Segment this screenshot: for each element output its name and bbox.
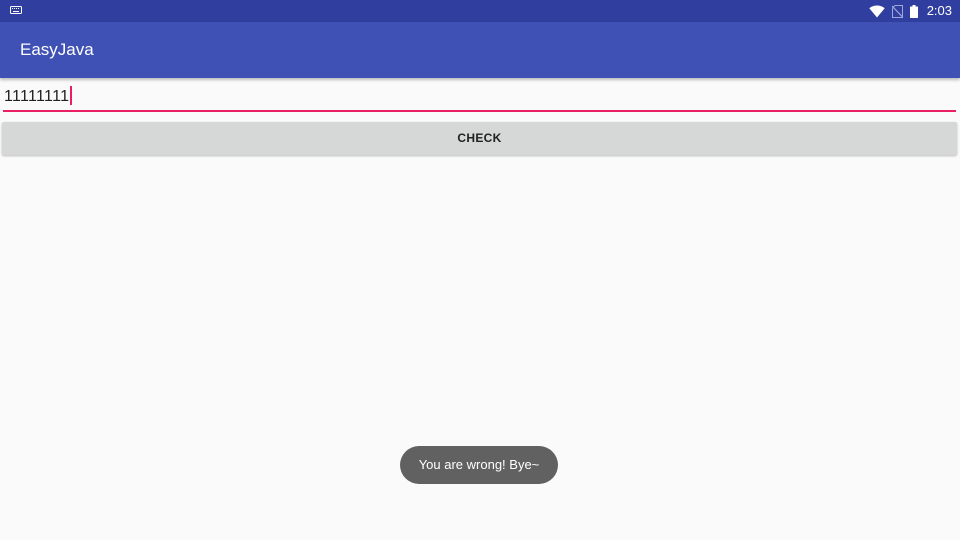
check-button[interactable]: CHECK <box>2 122 957 155</box>
keyboard-icon <box>10 6 22 14</box>
app-bar: EasyJava <box>0 22 960 78</box>
screen: 2:03 EasyJava 11111111 CHECK You are wro… <box>0 0 960 540</box>
app-title: EasyJava <box>20 40 94 59</box>
text-cursor <box>70 86 73 106</box>
status-bar: 2:03 <box>0 0 960 22</box>
toast-message: You are wrong! Bye~ <box>400 446 558 484</box>
status-icons: 2:03 <box>868 0 952 22</box>
input-text: 11111111 <box>4 88 70 105</box>
no-sim-icon <box>891 4 903 18</box>
status-time: 2:03 <box>926 3 952 18</box>
battery-icon <box>909 4 918 18</box>
wifi-icon <box>868 5 885 17</box>
input-value: 11111111 <box>4 84 73 110</box>
password-input[interactable]: 11111111 <box>3 84 956 112</box>
